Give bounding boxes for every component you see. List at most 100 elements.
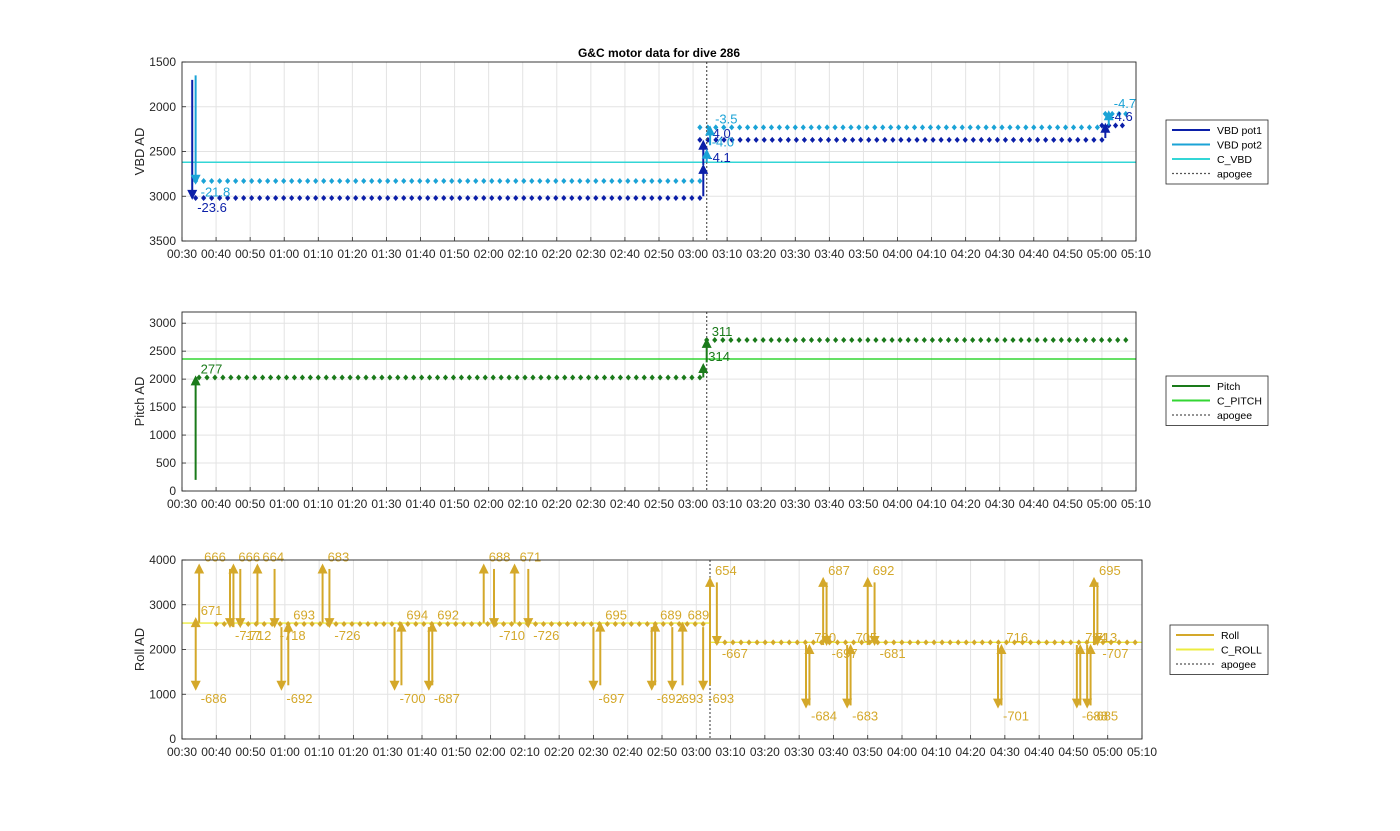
x-tick-label: 01:50	[441, 745, 471, 759]
x-tick-label: 02:30	[576, 247, 606, 261]
y-tick-label: 0	[169, 484, 176, 498]
x-tick-label: 03:50	[848, 247, 878, 261]
x-tick-label: 02:00	[474, 247, 504, 261]
x-tick-label: 04:10	[917, 247, 947, 261]
motor-move-label: -712	[245, 628, 271, 643]
y-tick-label: 3000	[149, 598, 176, 612]
x-tick-label: 02:10	[508, 497, 538, 511]
motor-move-label: 695	[1099, 563, 1121, 578]
x-tick-label: 04:40	[1019, 497, 1049, 511]
motor-move-label: -681	[880, 646, 906, 661]
subplot-3: 00:30 00:40 00:50 01:00 01:10 01:20 01:30 01:40…	[132, 549, 1269, 759]
motor-move-label: -693	[708, 691, 734, 706]
legend-label: VBD pot2	[1217, 140, 1262, 152]
motor-move-label: 277	[201, 361, 223, 376]
motor-move-label: -693	[677, 691, 703, 706]
y-axis-label: Pitch AD	[132, 377, 147, 427]
x-tick-label: 04:30	[985, 247, 1015, 261]
x-tick-label: 04:50	[1058, 745, 1088, 759]
x-tick-label: 02:00	[474, 497, 504, 511]
x-tick-label: 04:20	[956, 745, 986, 759]
y-tick-label: 2000	[149, 372, 176, 386]
subplot-2: 00:30 00:40 00:50 01:00 01:10 01:20 01:30 01:40…	[132, 311, 1269, 511]
x-tick-label: 03:10	[716, 745, 746, 759]
x-tick-label: 00:30	[167, 745, 197, 759]
motor-move-label: -707	[1102, 646, 1128, 661]
motor-move-label: 692	[437, 608, 459, 623]
x-tick-label: 01:50	[440, 497, 470, 511]
x-tick-label: 03:50	[853, 745, 883, 759]
y-tick-label: 0	[169, 732, 176, 746]
motor-move-label: 695	[605, 608, 627, 623]
y-tick-label: 1500	[149, 400, 176, 414]
motor-move-label: 687	[828, 563, 850, 578]
x-tick-label: 04:10	[917, 497, 947, 511]
motor-data-figure: 00:30 00:40 00:50 01:00 01:10 01:20 01:30 01:40…	[132, 46, 1269, 759]
x-tick-label: 04:40	[1024, 745, 1054, 759]
motor-move-label: -686	[201, 691, 227, 706]
x-tick-label: 00:50	[235, 247, 265, 261]
motor-move-label: -710	[499, 628, 525, 643]
motor-move-label: -697	[598, 691, 624, 706]
x-tick-label: 03:40	[818, 745, 848, 759]
x-tick-label: 00:40	[201, 247, 231, 261]
y-tick-label: 2500	[149, 145, 176, 159]
x-tick-label: 01:00	[269, 497, 299, 511]
x-tick-label: 01:40	[407, 745, 437, 759]
motor-move-label: -23.6	[197, 200, 227, 215]
legend-label: apogee	[1217, 169, 1252, 181]
motor-move-label: -726	[334, 628, 360, 643]
x-tick-label: 03:40	[814, 497, 844, 511]
legend-label: Pitch	[1217, 381, 1241, 393]
legend-label: C_VBD	[1217, 154, 1252, 166]
x-tick-label: 04:00	[882, 497, 912, 511]
motor-move-label: 693	[293, 608, 315, 623]
y-tick-label: 1000	[149, 687, 176, 701]
motor-move-label: 671	[520, 549, 542, 564]
legend-label: C_ROLL	[1221, 645, 1262, 657]
x-tick-label: 04:10	[921, 745, 951, 759]
x-tick-label: 03:50	[848, 497, 878, 511]
motor-move-label: 666	[204, 549, 226, 564]
x-tick-label: 05:10	[1127, 745, 1157, 759]
motor-move-label: 689	[660, 608, 682, 623]
x-tick-label: 02:30	[578, 745, 608, 759]
x-tick-label: 02:40	[610, 247, 640, 261]
x-tick-label: 00:40	[201, 497, 231, 511]
x-tick-label: 01:10	[303, 497, 333, 511]
y-tick-label: 2000	[149, 643, 176, 657]
motor-move-label: -685	[1092, 709, 1118, 724]
x-tick-label: 03:00	[678, 247, 708, 261]
motor-move-label: 314	[708, 349, 730, 364]
x-tick-label: 02:10	[510, 745, 540, 759]
x-tick-label: 04:30	[990, 745, 1020, 759]
x-tick-label: 05:10	[1121, 247, 1151, 261]
motor-move-label: -692	[286, 691, 312, 706]
motor-move-label: 688	[489, 549, 511, 564]
x-tick-label: 01:30	[371, 247, 401, 261]
x-tick-label: 05:00	[1087, 247, 1117, 261]
motor-move-label: -4.0	[712, 135, 734, 150]
y-tick-label: 2500	[149, 344, 176, 358]
x-tick-label: 01:30	[371, 497, 401, 511]
motor-move-label: 654	[715, 563, 737, 578]
x-tick-label: 00:30	[167, 247, 197, 261]
x-tick-label: 03:20	[746, 497, 776, 511]
y-tick-label: 2000	[149, 100, 176, 114]
x-tick-label: 03:30	[784, 745, 814, 759]
x-tick-label: 01:10	[303, 247, 333, 261]
motor-move-label: 311	[712, 324, 733, 339]
motor-move-label: -700	[400, 691, 426, 706]
x-tick-label: 03:40	[814, 247, 844, 261]
x-tick-label: 04:00	[887, 745, 917, 759]
x-tick-label: 01:00	[270, 745, 300, 759]
y-axis-label: VBD AD	[132, 128, 147, 176]
legend-label: apogee	[1221, 659, 1256, 671]
x-tick-label: 04:50	[1053, 247, 1083, 261]
x-tick-label: 01:00	[269, 247, 299, 261]
motor-move-label: 664	[262, 549, 284, 564]
motor-move-label: 671	[201, 603, 223, 618]
x-tick-label: 03:20	[750, 745, 780, 759]
y-tick-label: 3500	[149, 234, 176, 248]
motor-move-label: -684	[811, 709, 837, 724]
